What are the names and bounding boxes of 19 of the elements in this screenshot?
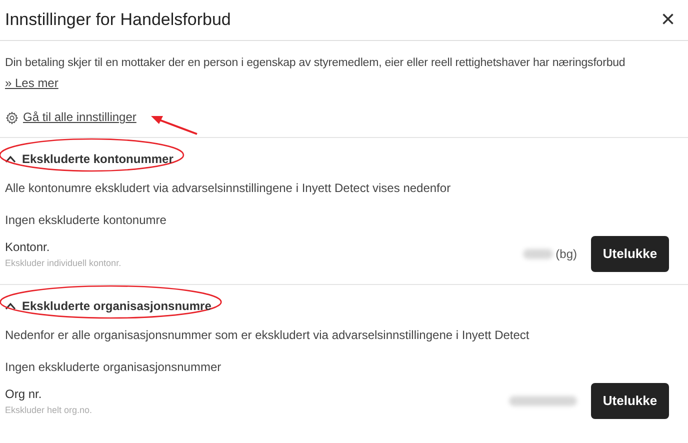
exclude-button[interactable]: Utelukke: [591, 236, 669, 272]
section-description: Alle kontonumre ekskludert via advarselsinnstillingene i Inyett Detect vises nedenfor: [5, 181, 452, 196]
chevron-up-icon[interactable]: [5, 302, 16, 310]
close-button[interactable]: ×: [660, 8, 675, 32]
intro-text: Din betaling skjer til en mottaker der en person i egenskap av styremedlem, eier eller reell rettighetshaver har næringsforbud: [5, 56, 626, 71]
read-more-link[interactable]: » Les mer: [5, 76, 58, 91]
settings-icon[interactable]: [5, 110, 19, 124]
empty-message: Ingen ekskluderte organisasjonsnummer: [5, 360, 222, 375]
all-settings-link[interactable]: Gå til alle innstillinger: [23, 110, 136, 125]
field-label: Kontonr.: [5, 240, 51, 254]
field-suffix: (bg): [556, 246, 577, 263]
field-hint: Ekskluder individuell kontonr.: [5, 258, 122, 268]
empty-message: Ingen ekskluderte kontonumre: [5, 213, 168, 228]
section-description: Nedenfor er alle organisasjonsnummer som er ekskludert via advarselsinnstillingene i Inyett Detect: [5, 328, 530, 343]
chevron-up-icon[interactable]: [5, 155, 16, 163]
window-title: Innstillinger for Handelsforbud: [5, 9, 231, 32]
field-label: Org nr.: [5, 386, 43, 402]
field-hint: Ekskluder helt org.no.: [5, 404, 92, 416]
exclude-button[interactable]: Utelukke: [591, 383, 669, 419]
